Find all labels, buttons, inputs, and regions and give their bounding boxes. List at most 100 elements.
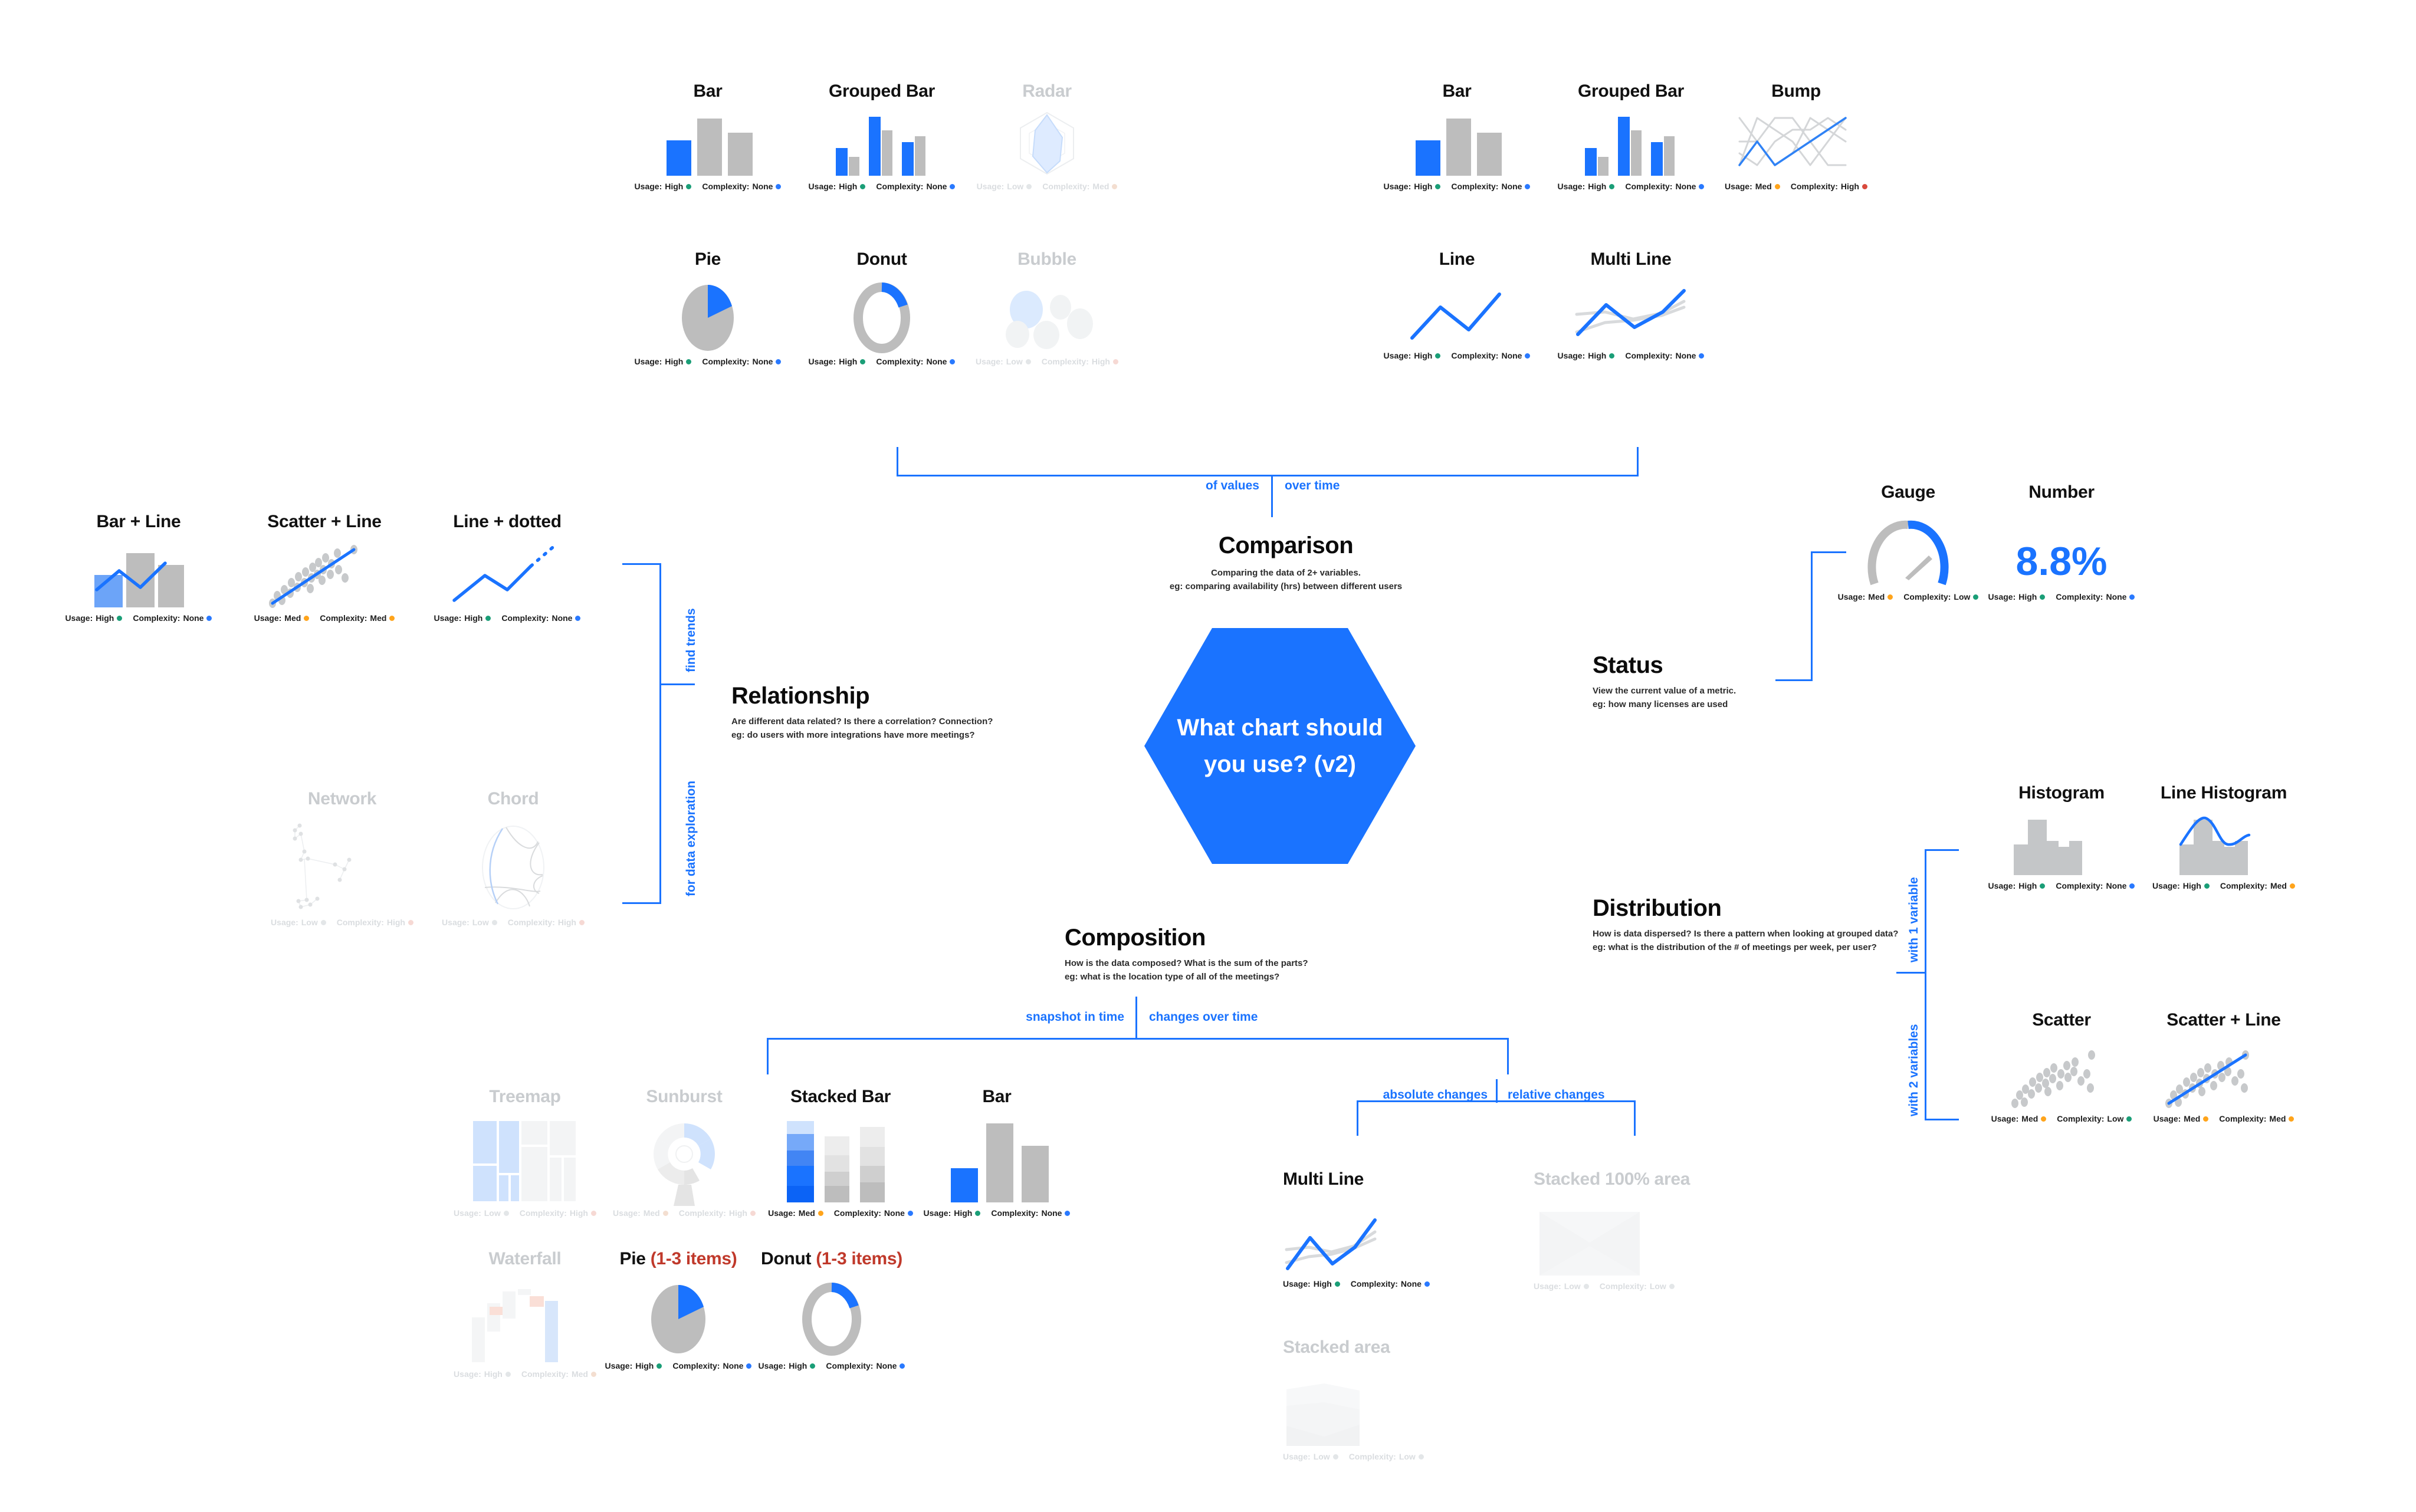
complexity-dot-icon bbox=[776, 183, 782, 189]
usage-dot-icon bbox=[1334, 1281, 1340, 1287]
relationship-branch-divider bbox=[659, 683, 695, 685]
complexity-dot-icon bbox=[1065, 1210, 1071, 1216]
usage-meta: Usage: High bbox=[1558, 351, 1615, 360]
chart-meta: Usage: High Complexity: None bbox=[759, 1361, 905, 1370]
chart-title: Multi Line bbox=[1590, 249, 1672, 269]
chart-card-comp-sunburst[interactable]: Sunburst Usage: Med Complexity: High bbox=[613, 1088, 756, 1218]
branch-with-1-variable: with 1 variable bbox=[1907, 877, 1921, 962]
distribution-title: Distribution bbox=[1593, 895, 1722, 921]
usage-meta: Usage: Med bbox=[254, 613, 310, 623]
chart-card-comp-treemap[interactable]: Treemap Usage: Low Complexity: High bbox=[454, 1088, 596, 1218]
bar-chart-visual bbox=[655, 111, 761, 176]
composition-line1: How is the data composed? What is the su… bbox=[1065, 958, 1308, 968]
chart-card-rel-chord[interactable]: Chord Usage: Low Complexity: High bbox=[442, 790, 585, 927]
category-relationship: Relationship Are different data related?… bbox=[731, 684, 993, 742]
complexity-meta: Complexity: High bbox=[337, 918, 413, 927]
complexity-meta: Complexity: High bbox=[1042, 357, 1118, 366]
relationship-title: Relationship bbox=[731, 683, 870, 709]
chart-card-comp-bar[interactable]: Bar Usage: High Complexity: None bbox=[924, 1088, 1071, 1218]
usage-meta: Usage: High bbox=[809, 357, 866, 366]
chart-title: Pie bbox=[694, 249, 721, 269]
comparison-title: Comparison bbox=[1218, 533, 1354, 558]
chart-card-comp-stacked100[interactable]: Stacked 100% area Usage: Low Complexity: L… bbox=[1534, 1171, 1699, 1291]
chart-card-cmp-values-radar[interactable]: Radar Usage: Low Complexity: Med bbox=[977, 81, 1118, 191]
comparison-bracket-top bbox=[897, 475, 1639, 476]
branch-of-values: of values bbox=[1205, 479, 1259, 492]
chart-card-comp-stackedbar[interactable]: Stacked Bar Usage: Med Complexity: None bbox=[768, 1088, 913, 1218]
chart-card-status-number[interactable]: Number 8.8% Usage: High Complexity: None bbox=[1988, 484, 2135, 601]
network-chart-visual bbox=[283, 823, 401, 912]
chart-card-comp-stackedarea[interactable]: Stacked area Usage: Low Complexity: Low bbox=[1283, 1339, 1436, 1461]
chart-card-status-gauge[interactable]: Gauge Usage: Med Complexity: Low bbox=[1838, 484, 1979, 601]
chart-card-cmp-values-donut[interactable]: Donut Usage: High Complexity: None bbox=[809, 251, 956, 366]
status-bracket-top bbox=[1811, 551, 1846, 553]
relationship-line2: eg: do users with more integrations have… bbox=[731, 730, 975, 741]
branch-with-2-variables: with 2 variables bbox=[1907, 1024, 1921, 1116]
chart-card-dist-linehistogram[interactable]: Line Histogram Usage: High Complexity: Med bbox=[2152, 783, 2295, 890]
chart-meta: Usage: Low Complexity: High bbox=[976, 357, 1118, 366]
chart-card-cmp-time-bump[interactable]: Bump Usage: Med Complexity: High bbox=[1725, 83, 1867, 191]
chart-card-dist-scatter[interactable]: Scatter Usage: Med Complexity: Low bbox=[1991, 1011, 2132, 1123]
branch-absolute-changes: absolute changes bbox=[1383, 1088, 1488, 1102]
chart-title: Radar bbox=[1022, 81, 1072, 101]
chart-meta: Usage: High Complexity: None bbox=[809, 182, 956, 191]
donut-chart-visual bbox=[761, 1283, 902, 1356]
chart-card-dist-histogram[interactable]: Histogram Usage: High Complexity: None bbox=[1988, 783, 2135, 890]
chart-card-rel-barline[interactable]: Bar + Line Usage: High Complexity: None bbox=[65, 513, 212, 623]
chart-card-cmp-values-bubble[interactable]: Bubble Usage: Low Complexity: High bbox=[976, 251, 1118, 366]
complexity-dot-icon bbox=[1418, 1454, 1424, 1460]
chart-title: Donut bbox=[761, 1249, 816, 1268]
usage-dot-icon bbox=[1025, 359, 1031, 364]
usage-meta: Usage: High bbox=[1283, 1279, 1340, 1289]
usage-dot-icon bbox=[1026, 183, 1032, 189]
usage-dot-icon bbox=[686, 183, 692, 189]
chart-card-cmp-values-pie[interactable]: Pie Usage: High Complexity: None bbox=[635, 249, 782, 366]
branch-over-time: over time bbox=[1285, 479, 1340, 492]
composition-title: Composition bbox=[1065, 925, 1206, 951]
chart-meta: Usage: High Complexity: None bbox=[635, 357, 782, 366]
chart-card-rel-network[interactable]: Network Usage: Low Complexity: High bbox=[271, 790, 413, 927]
complexity-dot-icon bbox=[1973, 594, 1979, 600]
chart-title: Histogram bbox=[2018, 783, 2105, 803]
scatter-chart-visual bbox=[2005, 1044, 2118, 1108]
complexity-dot-icon bbox=[1699, 353, 1705, 359]
chart-meta: Usage: High Complexity: None bbox=[1988, 881, 2135, 890]
chart-card-comp-donut[interactable]: Donut (1-3 items) Usage: High Complexity:… bbox=[759, 1249, 905, 1370]
chart-card-dist-scatterline[interactable]: Scatter + Line Usage: Med Complexity: Med bbox=[2154, 1011, 2294, 1123]
chart-card-cmp-time-multiline[interactable]: Multi Line Usage: High Complexity: None bbox=[1558, 249, 1705, 360]
chart-card-comp-waterfall[interactable]: Waterfall Usage: High Complexity: Med bbox=[454, 1250, 596, 1379]
usage-dot-icon bbox=[860, 183, 866, 189]
composition-bracket-top bbox=[767, 1038, 1509, 1040]
branch-changes-over-time: changes over time bbox=[1149, 1010, 1258, 1024]
distribution-bracket-bottom bbox=[1925, 1119, 1959, 1120]
complexity-meta: Complexity: None bbox=[702, 182, 782, 191]
chart-card-cmp-values-grouped[interactable]: Grouped Bar Usage: High Complexity: None bbox=[809, 83, 956, 191]
usage-dot-icon bbox=[2204, 883, 2210, 889]
usage-dot-icon bbox=[1774, 183, 1780, 189]
usage-meta: Usage: High bbox=[759, 1361, 816, 1370]
distribution-line1: How is data dispersed? Is there a patter… bbox=[1593, 929, 1899, 939]
usage-meta: Usage: High bbox=[605, 1361, 662, 1370]
branch-find-trends: find trends bbox=[684, 608, 698, 673]
status-title: Status bbox=[1593, 652, 1663, 678]
waterfall-chart-visual bbox=[466, 1281, 584, 1363]
complexity-meta: Complexity: None bbox=[826, 1361, 905, 1370]
chart-card-cmp-values-bar[interactable]: Bar Usage: High Complexity: None bbox=[635, 83, 782, 191]
chart-meta: Usage: High Complexity: None bbox=[1384, 182, 1531, 191]
chart-title: Line Histogram bbox=[2160, 783, 2287, 803]
chart-card-cmp-time-bar[interactable]: Bar Usage: High Complexity: None bbox=[1384, 83, 1531, 191]
chart-card-cmp-time-line[interactable]: Line Usage: High Complexity: None bbox=[1384, 251, 1531, 360]
chart-card-cmp-time-grouped[interactable]: Grouped Bar Usage: High Complexity: None bbox=[1558, 83, 1705, 191]
grouped-bar-chart-visual bbox=[1572, 111, 1690, 176]
complexity-dot-icon bbox=[206, 615, 212, 621]
grouped-bar-chart-visual bbox=[823, 111, 941, 176]
complexity-meta: Complexity: None bbox=[2056, 881, 2135, 890]
complexity-meta: Complexity: Med bbox=[521, 1369, 596, 1379]
chart-card-rel-scatterline[interactable]: Scatter + Line Usage: Med Complexity: Med bbox=[254, 513, 395, 623]
chart-title: Stacked 100% area bbox=[1534, 1169, 1690, 1189]
chart-card-rel-linedotted[interactable]: Line + dotted Usage: High Complexity: None bbox=[434, 513, 581, 623]
complexity-dot-icon bbox=[2129, 883, 2135, 889]
chart-card-comp-multiline[interactable]: Multi Line Usage: High Complexity: None bbox=[1283, 1171, 1430, 1289]
chart-card-comp-pie[interactable]: Pie (1-3 items) Usage: High Complexity: No… bbox=[605, 1250, 752, 1370]
complexity-meta: Complexity: None bbox=[702, 357, 782, 366]
